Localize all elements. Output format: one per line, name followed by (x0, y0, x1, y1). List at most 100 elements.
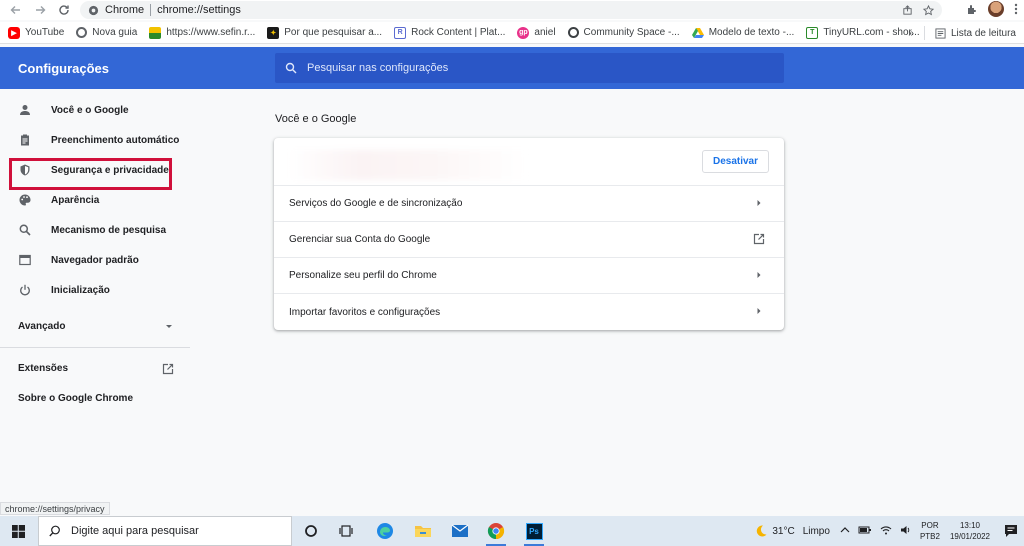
bookmark-tinyurl[interactable]: T TinyURL.com - shor... (806, 26, 920, 39)
arrow-right-icon (752, 304, 766, 318)
sidebar-item-appearance[interactable]: Aparência (0, 185, 190, 215)
row-google-sync[interactable]: Serviços do Google e de sincronização (274, 186, 784, 222)
page-title: Configurações (18, 61, 110, 76)
cortana-icon (305, 525, 317, 537)
sidebar-divider (0, 347, 190, 348)
profile-avatar[interactable] (988, 1, 1004, 17)
bookmark-community[interactable]: Community Space -... (567, 27, 680, 38)
arrow-right-icon (752, 268, 766, 282)
wifi-icon[interactable] (880, 525, 892, 538)
sidebar-item-label: Navegador padrão (51, 254, 139, 266)
sidebar-about-chrome[interactable]: Sobre o Google Chrome (18, 393, 133, 404)
notification-center-button[interactable] (998, 516, 1024, 546)
site-label: Chrome (105, 4, 145, 16)
volume-icon[interactable] (900, 525, 912, 538)
reading-list-button[interactable]: Lista de leitura (935, 28, 1016, 39)
extensions-icon[interactable] (966, 3, 978, 15)
youtube-icon: ▶ (8, 26, 20, 39)
menu-dots-icon[interactable] (1014, 3, 1018, 15)
reload-button[interactable] (52, 0, 76, 20)
chevron-up-icon[interactable] (840, 526, 850, 537)
bookmark-por-que[interactable]: ✦ Por que pesquisar a... (267, 26, 382, 39)
extensions-label: Extensões (18, 363, 69, 374)
you-and-google-card: Desativar Serviços do Google e de sincro… (274, 138, 784, 330)
row-manage-account[interactable]: Gerenciar sua Conta do Google (274, 222, 784, 258)
share-icon[interactable] (902, 4, 913, 16)
clock-date: 19/01/2022 (949, 532, 990, 541)
sidebar-item-label: Você e o Google (51, 104, 129, 116)
photoshop-app[interactable]: Ps (522, 520, 546, 546)
row-customize-profile[interactable]: Personalize seu perfil do Chrome (274, 258, 784, 294)
file-explorer-app[interactable] (411, 520, 435, 542)
clock[interactable]: 13:10 19/01/2022 (950, 520, 990, 542)
person-icon (18, 103, 32, 117)
weather-temperature: 31°C (772, 525, 795, 537)
start-button[interactable] (0, 516, 36, 546)
sidebar-item-voce-google[interactable]: Você e o Google (0, 95, 190, 125)
settings-search-input[interactable]: Pesquisar nas configurações (275, 53, 784, 83)
external-link-icon (752, 232, 766, 246)
bookmark-nova-guia[interactable]: Nova guia (76, 27, 137, 38)
deactivate-button[interactable]: Desativar (702, 150, 769, 173)
weather-condition: Limpo (802, 525, 830, 537)
tinyurl-icon: T (806, 26, 819, 39)
forward-button[interactable] (28, 0, 52, 20)
sidebar-item-search-engine[interactable]: Mecanismo de pesquisa (0, 215, 190, 245)
task-view-button[interactable] (334, 520, 358, 542)
sidebar-extensions[interactable]: Extensões (18, 363, 174, 375)
sidebar-item-autofill[interactable]: Preenchimento automático (0, 125, 190, 155)
rock-icon: R (394, 26, 407, 39)
chrome-icon (88, 5, 99, 15)
star-icon[interactable] (923, 4, 934, 16)
row-label: Gerenciar sua Conta do Google (289, 234, 431, 245)
cortana-button[interactable] (299, 520, 323, 542)
language-indicator[interactable]: POR PTB2 (920, 520, 940, 542)
row-import-bookmarks[interactable]: Importar favoritos e configurações (274, 294, 784, 330)
sidebar-advanced[interactable]: Avançado (18, 321, 174, 332)
address-bar[interactable]: Chrome chrome://settings (80, 1, 942, 19)
reading-list-label: Lista de leitura (950, 27, 1016, 39)
search-icon (18, 223, 32, 237)
bookmark-aniel[interactable]: gp aniel (517, 26, 556, 39)
sidebar-item-default-browser[interactable]: Navegador padrão (0, 245, 190, 275)
drive-icon (691, 27, 704, 38)
sidebar-item-label: Preenchimento automático (51, 134, 180, 146)
taskbar-search-placeholder: Digite aqui para pesquisar (71, 525, 199, 537)
bookmark-sefin[interactable]: https://www.sefin.r... (149, 26, 256, 39)
bookmarks-overflow-button[interactable]: » (908, 28, 914, 39)
keyboard-layout: PTB2 (919, 532, 940, 541)
advanced-label: Avançado (18, 321, 66, 332)
bookmark-youtube[interactable]: ▶ YouTube (8, 26, 65, 39)
browser-toolbar: Chrome chrome://settings (0, 0, 1024, 20)
edge-app[interactable] (373, 520, 397, 542)
browser-icon (18, 253, 32, 267)
sidebar-item-startup[interactable]: Inicialização (0, 275, 190, 305)
bookmark-rock-content[interactable]: R Rock Content | Plat... (394, 26, 505, 39)
bookmark-label: https://www.sefin.r... (166, 27, 256, 38)
search-icon (49, 525, 60, 537)
bookmark-label: TinyURL.com - shor... (823, 27, 920, 38)
weather-widget[interactable]: 31°C Limpo (754, 524, 830, 538)
arrow-right-icon (752, 196, 766, 210)
bookmark-label: YouTube (25, 27, 65, 38)
taskbar-search-input[interactable]: Digite aqui para pesquisar (38, 516, 292, 546)
chrome-icon (487, 523, 505, 540)
settings-sidebar: Você e o Google Preenchimento automático… (0, 89, 190, 514)
bookmark-label: aniel (534, 27, 556, 38)
folder-icon (415, 526, 431, 537)
reading-list-icon (935, 27, 946, 39)
edge-icon (377, 523, 393, 539)
settings-header: Configurações Pesquisar nas configuraçõe… (0, 47, 1024, 89)
mail-app[interactable] (448, 520, 472, 542)
address-separator (150, 4, 152, 16)
battery-icon[interactable] (858, 525, 872, 538)
bookmarks-divider (923, 26, 925, 40)
chrome-icon (76, 27, 88, 38)
photoshop-icon: Ps (525, 522, 543, 540)
bookmark-label: Community Space -... (583, 27, 680, 38)
clipboard-icon (18, 133, 32, 147)
back-button[interactable] (4, 0, 28, 20)
chrome-app[interactable] (484, 520, 508, 546)
bookmark-modelo[interactable]: Modelo de texto -... (691, 27, 794, 39)
back-arrow-icon (10, 6, 20, 14)
